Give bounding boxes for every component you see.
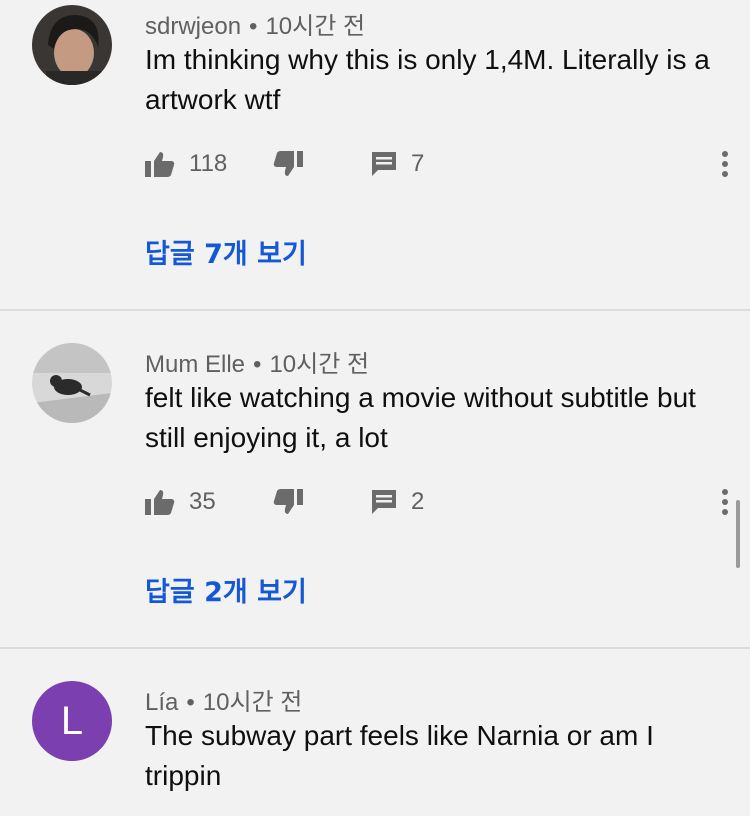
- more-options-button[interactable]: [715, 144, 735, 184]
- vertical-dots-icon: [722, 489, 728, 515]
- avatar[interactable]: L: [32, 681, 112, 761]
- meta-separator: •: [186, 689, 195, 716]
- view-replies-link[interactable]: 답글 2개 보기: [145, 570, 307, 609]
- avatar[interactable]: [32, 343, 112, 423]
- reply-button[interactable]: 2: [371, 482, 424, 522]
- comment-icon: [371, 151, 397, 177]
- comment-text: felt like watching a movie without subti…: [145, 382, 696, 453]
- comment-time: 10시간 전: [269, 351, 370, 378]
- comment-actions: 118 7: [145, 144, 735, 184]
- comment-icon: [371, 489, 397, 515]
- reply-button[interactable]: 7: [371, 144, 424, 184]
- comment-meta: Mum Elle • 10시간 전: [145, 344, 369, 379]
- meta-separator: •: [249, 13, 258, 40]
- comment-actions: 35 2: [145, 482, 735, 522]
- meta-separator: •: [253, 351, 262, 378]
- reply-count: 2: [411, 488, 425, 515]
- comment-time: 10시간 전: [202, 689, 303, 716]
- comment-time: 10시간 전: [265, 13, 366, 40]
- photo-cat-icon: [32, 343, 112, 423]
- like-button[interactable]: 118: [145, 144, 227, 184]
- like-button[interactable]: 35: [145, 482, 216, 522]
- thumbs-up-icon: [145, 488, 175, 516]
- dislike-button[interactable]: [273, 144, 303, 184]
- comment-text: Im thinking why this is only 1,4M. Liter…: [145, 44, 710, 115]
- view-replies-link[interactable]: 답글 7개 보기: [145, 232, 307, 271]
- comment-meta: Lía • 10시간 전: [145, 682, 302, 717]
- like-count: 35: [189, 488, 216, 515]
- dislike-button[interactable]: [273, 482, 303, 522]
- reply-count: 7: [411, 150, 425, 177]
- thumbs-up-icon: [145, 150, 175, 178]
- author-name[interactable]: sdrwjeon: [145, 13, 241, 40]
- vertical-dots-icon: [722, 151, 728, 177]
- photo-person-icon: [32, 5, 112, 85]
- like-count: 118: [189, 150, 228, 177]
- comment-meta: sdrwjeon • 10시간 전: [145, 6, 365, 41]
- thumbs-down-icon: [273, 150, 303, 178]
- avatar[interactable]: [32, 5, 112, 85]
- comment-divider: [0, 309, 750, 311]
- author-name[interactable]: Mum Elle: [145, 351, 245, 378]
- scrollbar[interactable]: [736, 500, 740, 568]
- comment-divider: [0, 647, 750, 649]
- author-name[interactable]: Lía: [145, 689, 178, 716]
- more-options-button[interactable]: [715, 482, 735, 522]
- thumbs-down-icon: [273, 488, 303, 516]
- comment-text: The subway part feels like Narnia or am …: [145, 720, 654, 791]
